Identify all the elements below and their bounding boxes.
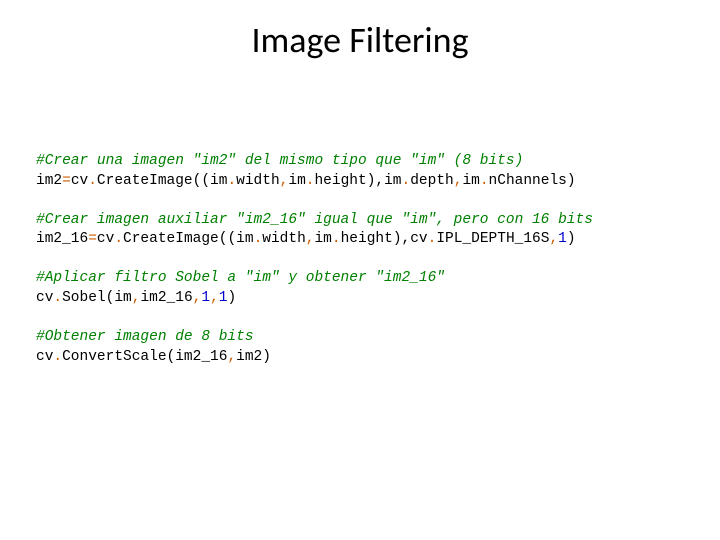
code-token: cv xyxy=(71,173,88,189)
code-token: . xyxy=(254,231,263,247)
code-token: ) xyxy=(227,290,236,306)
code-token: , xyxy=(227,349,236,365)
code-token: im xyxy=(210,173,227,189)
code-token: im xyxy=(462,173,479,189)
code-token: ConvertScale xyxy=(62,349,166,365)
slide-title: Image Filtering xyxy=(0,0,720,62)
code-token: cv xyxy=(410,231,427,247)
code-token: (( xyxy=(193,173,210,189)
code-token: ) xyxy=(567,231,576,247)
code-token: ( xyxy=(167,349,176,365)
code-token: im2_16 xyxy=(175,349,227,365)
code-token: ), xyxy=(367,173,384,189)
code-token: . xyxy=(332,231,341,247)
code-token: IPL_DEPTH_16S xyxy=(436,231,549,247)
code-token: . xyxy=(88,173,97,189)
code-token: depth xyxy=(410,173,454,189)
code-token: im xyxy=(288,173,305,189)
code-token: ) xyxy=(262,349,271,365)
code-token: , xyxy=(210,290,219,306)
code-token: im xyxy=(114,290,131,306)
code-token: im2_16 xyxy=(140,290,192,306)
code-token: im2 xyxy=(36,173,62,189)
code-token: = xyxy=(88,231,97,247)
code-token: CreateImage xyxy=(97,173,193,189)
code-block: #Crear una imagen "im2" del mismo tipo q… xyxy=(0,62,720,367)
code-token: im xyxy=(314,231,331,247)
code-token: height xyxy=(314,173,366,189)
code-token: cv xyxy=(36,290,53,306)
code-comment: #Aplicar filtro Sobel a "im" y obtener "… xyxy=(36,270,445,286)
code-comment: #Obtener imagen de 8 bits xyxy=(36,329,254,345)
code-token: = xyxy=(62,173,71,189)
code-token: (( xyxy=(219,231,236,247)
code-token: ), xyxy=(393,231,410,247)
code-token: cv xyxy=(36,349,53,365)
code-token: Sobel xyxy=(62,290,106,306)
code-token: im2_16 xyxy=(36,231,88,247)
code-token: im2 xyxy=(236,349,262,365)
code-token: 1 xyxy=(201,290,210,306)
code-token: , xyxy=(549,231,558,247)
code-token: width xyxy=(262,231,306,247)
code-token: . xyxy=(53,349,62,365)
code-token: . xyxy=(114,231,123,247)
code-token: 1 xyxy=(558,231,567,247)
code-comment: #Crear imagen auxiliar "im2_16" igual qu… xyxy=(36,212,593,228)
code-token: . xyxy=(402,173,411,189)
code-token: . xyxy=(227,173,236,189)
code-token: ) xyxy=(567,173,576,189)
code-token: height xyxy=(341,231,393,247)
code-token: . xyxy=(480,173,489,189)
code-token: . xyxy=(53,290,62,306)
slide: Image Filtering #Crear una imagen "im2" … xyxy=(0,0,720,540)
code-token: im xyxy=(384,173,401,189)
code-comment: #Crear una imagen "im2" del mismo tipo q… xyxy=(36,153,523,169)
code-token: nChannels xyxy=(489,173,567,189)
code-token: cv xyxy=(97,231,114,247)
code-token: CreateImage xyxy=(123,231,219,247)
code-token: im xyxy=(236,231,253,247)
code-token: width xyxy=(236,173,280,189)
